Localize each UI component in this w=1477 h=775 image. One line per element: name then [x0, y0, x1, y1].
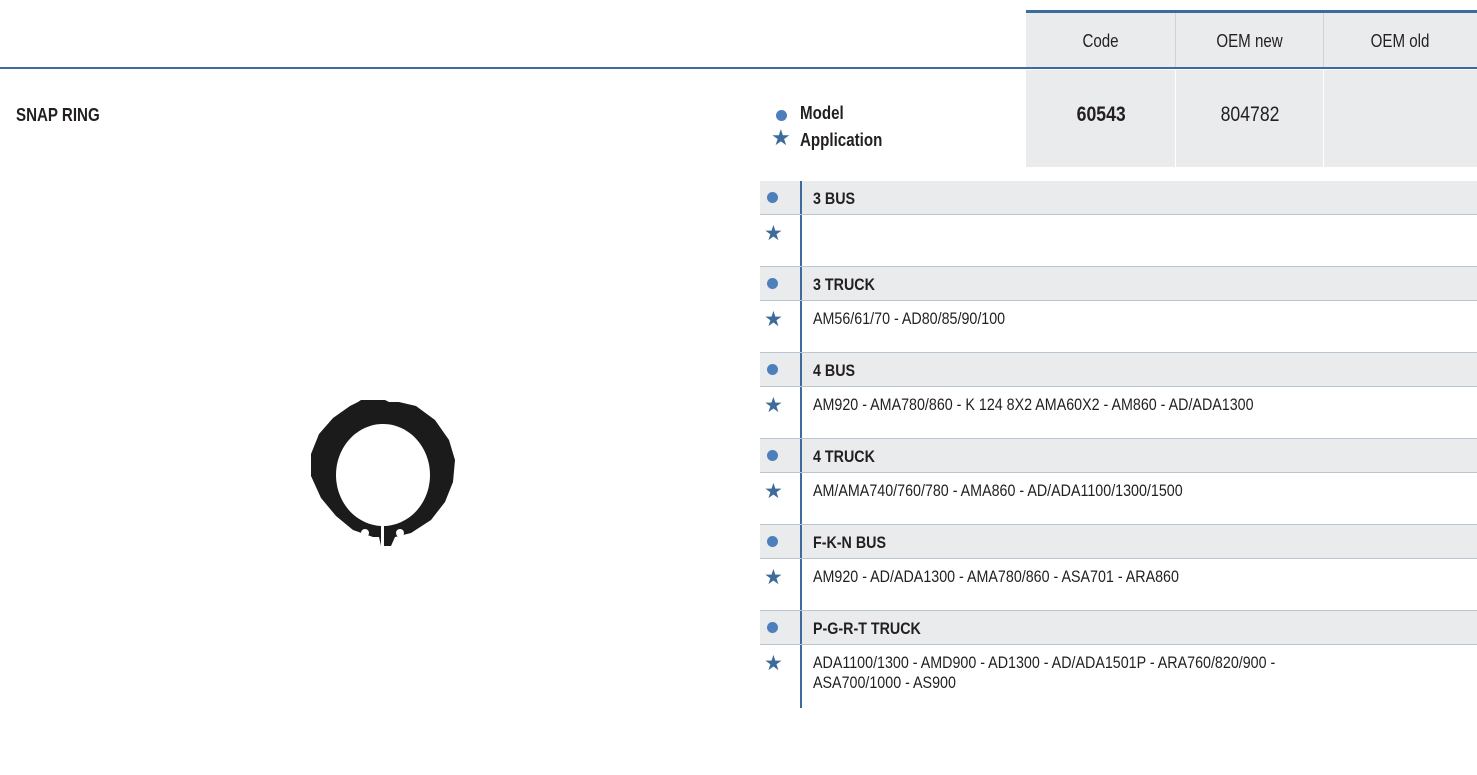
oem-new-value: 804782: [1220, 103, 1280, 126]
dot-icon: [767, 536, 778, 547]
star-icon: ★: [764, 222, 783, 245]
list-item-model: 4 TRUCK: [760, 439, 1477, 473]
legend-application-label: Application: [800, 130, 883, 150]
list-item-model: P-G-R-T TRUCK: [760, 611, 1477, 645]
list-item-model: 3 TRUCK: [760, 267, 1477, 301]
dot-icon: [767, 622, 778, 633]
dot-icon: [767, 450, 778, 461]
list-item-application: ★ AM920 - AD/ADA1300 - AMA780/860 - ASA7…: [760, 559, 1477, 611]
list-item-application: ★ AM56/61/70 - AD80/85/90/100: [760, 301, 1477, 353]
star-icon: ★: [764, 394, 783, 417]
oem-old-value: [1324, 103, 1477, 127]
dot-icon: [767, 364, 778, 375]
snap-ring-image: [311, 400, 455, 548]
dot-icon: [767, 192, 778, 203]
model-name: 3 BUS: [813, 189, 856, 208]
star-icon: ★: [764, 480, 783, 503]
model-name: 4 TRUCK: [813, 447, 875, 466]
application-text: AM920 - AMA780/860 - K 124 8X2 AMA60X2 -…: [813, 395, 1254, 414]
product-code: 60543: [1076, 103, 1126, 126]
star-icon: ★: [764, 566, 783, 589]
model-name: 3 TRUCK: [813, 275, 875, 294]
star-icon: ★: [764, 308, 783, 331]
list-item-model: 4 BUS: [760, 353, 1477, 387]
model-name: P-G-R-T TRUCK: [813, 619, 921, 638]
list-item-application: ★ AM920 - AMA780/860 - K 124 8X2 AMA60X2…: [760, 387, 1477, 439]
list-item-model: 3 BUS: [760, 181, 1477, 215]
star-icon: ★: [764, 652, 783, 675]
list-item-application: ★ AM/AMA740/760/780 - AMA860 - AD/ADA110…: [760, 473, 1477, 525]
product-title: SNAP RING: [16, 105, 100, 125]
application-text: ADA1100/1300 - AMD900 - AD1300 - AD/ADA1…: [813, 653, 1276, 692]
list-item-application: ★: [760, 215, 1477, 267]
list-item-application: ★ ADA1100/1300 - AMD900 - AD1300 - AD/AD…: [760, 645, 1477, 708]
dot-icon: [767, 278, 778, 289]
header-rule: [0, 67, 1477, 69]
legend-model-label: Model: [800, 103, 844, 123]
model-name: F-K-N BUS: [813, 533, 886, 552]
dot-icon: [776, 110, 787, 121]
column-header-oem-new: OEM new: [1216, 31, 1284, 51]
model-name: 4 BUS: [813, 361, 856, 380]
column-divider: [1175, 13, 1176, 67]
application-text: AM56/61/70 - AD80/85/90/100: [813, 309, 1006, 328]
column-divider: [1323, 13, 1324, 67]
column-header-code: Code: [1082, 31, 1120, 51]
list-item-model: F-K-N BUS: [760, 525, 1477, 559]
application-text: AM920 - AD/ADA1300 - AMA780/860 - ASA701…: [813, 567, 1179, 586]
star-icon: ★: [771, 125, 791, 150]
application-text: AM/AMA740/760/780 - AMA860 - AD/ADA1100/…: [813, 481, 1183, 500]
application-list: 3 BUS ★ 3 TRUCK ★ AM56/61/70 - AD80/85/9…: [760, 181, 1477, 708]
application-text: [802, 215, 813, 243]
column-header-oem-old: OEM old: [1371, 31, 1430, 51]
